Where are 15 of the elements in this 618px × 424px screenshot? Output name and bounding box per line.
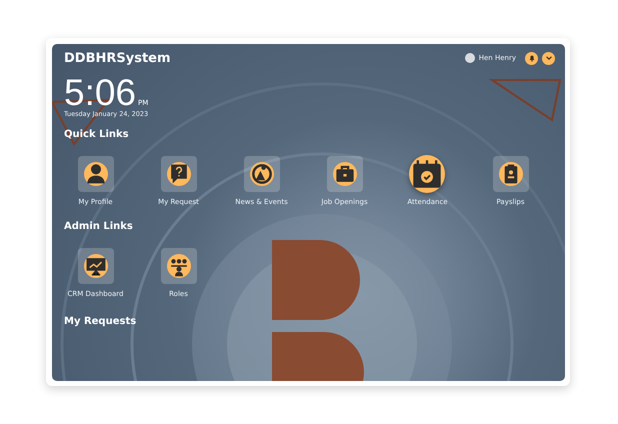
presentation-board-icon	[84, 255, 106, 277]
app-title: DDBHRSystem	[64, 50, 171, 66]
calendar-check-icon	[411, 158, 444, 190]
section-heading: Admin Links	[64, 221, 134, 232]
clock-time: 5:06	[64, 76, 136, 110]
news-icon	[250, 163, 272, 185]
section-heading: Quick Links	[64, 129, 130, 140]
notification-button[interactable]	[525, 52, 538, 64]
chevron-down-icon	[544, 54, 552, 62]
avatar-icon	[464, 53, 475, 63]
briefcase-icon	[334, 163, 356, 185]
section-heading: My Requests	[64, 316, 138, 327]
person-icon	[84, 163, 106, 185]
dropdown-button[interactable]	[542, 52, 555, 64]
bell-icon	[528, 54, 536, 62]
